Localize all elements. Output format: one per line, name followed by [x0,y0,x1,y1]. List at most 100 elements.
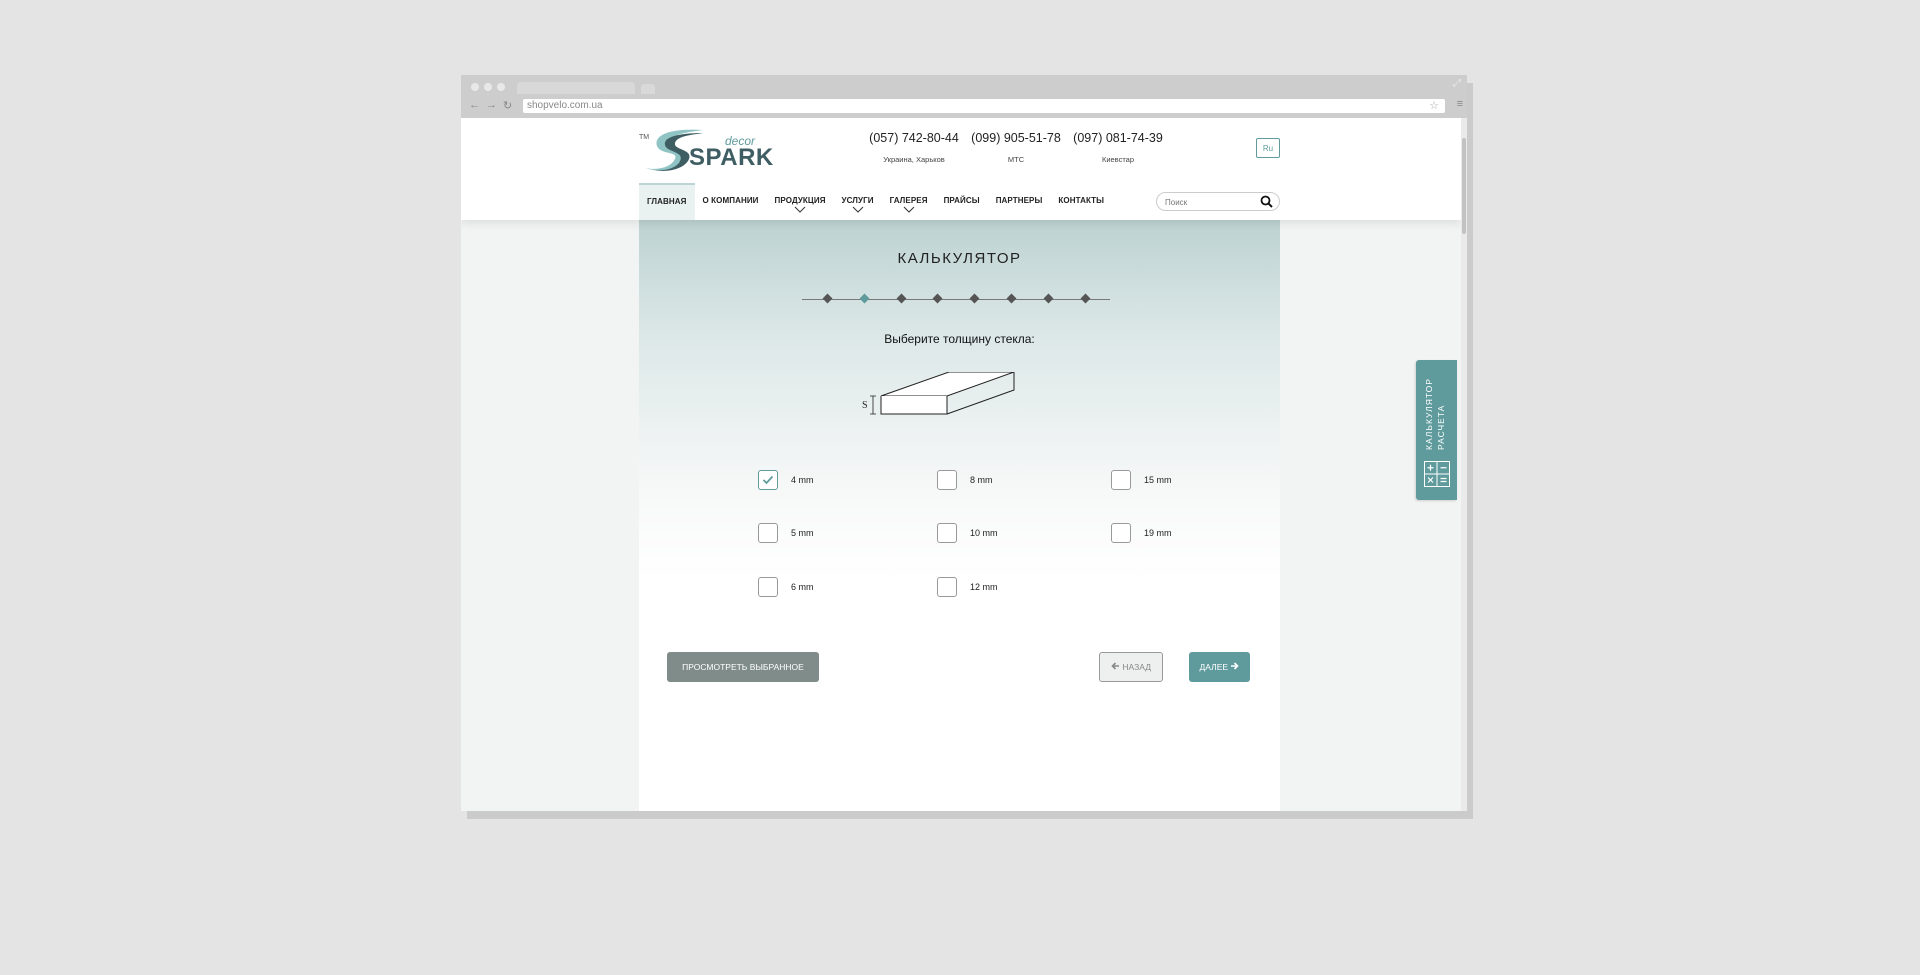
nav-item-services[interactable]: УСЛУГИ [834,183,882,220]
phone-number[interactable]: (097) 081-74-39 [1067,131,1169,145]
option-label: 4 mm [791,475,814,485]
nav-item-prices[interactable]: ПРАЙСЫ [936,183,988,220]
thickness-option-15mm[interactable]: 15 mm [1111,469,1172,491]
browser-chrome: ⤢ ← → ↻ shopvelo.com.ua ☆ ≡ [461,75,1467,118]
chevron-down-icon [903,206,914,213]
phone-list: (057) 742-80-44 Украина, Харьков (099) 9… [863,131,1169,164]
checkbox[interactable] [758,577,778,597]
nav-item-label: УСЛУГИ [841,196,874,205]
address-bar[interactable]: shopvelo.com.ua ☆ [523,99,1445,113]
step-line [802,299,1110,300]
calculator-icon [1424,461,1450,487]
bookmark-star-icon[interactable]: ☆ [1429,99,1439,113]
nav-item-contacts[interactable]: КОНТАКТЫ [1050,183,1112,220]
chevron-down-icon [852,206,863,213]
calculator-side-tab[interactable]: КАЛЬКУЛЯТОР РАСЧЕТА [1416,360,1457,500]
step-marker[interactable] [932,293,943,304]
forward-arrow-icon[interactable]: → [486,99,497,112]
checkbox[interactable] [937,470,957,490]
option-label: 19 mm [1144,528,1172,538]
site-header: TM decor SPARK (057) 742-80-44 Украина, … [461,118,1461,220]
thickness-label: S [862,400,868,411]
url-text: shopvelo.com.ua [527,100,603,111]
trademark-label: TM [639,134,650,141]
checkbox[interactable] [1111,470,1131,490]
option-label: 12 mm [970,582,998,592]
window-controls[interactable] [471,83,505,91]
checkbox[interactable] [758,523,778,543]
phone-label: МТС [1007,155,1025,164]
logo-brand-text: SPARK [689,144,774,171]
nav-item-home[interactable]: ГЛАВНАЯ [639,183,695,220]
step-marker[interactable] [822,293,833,304]
thickness-option-4mm[interactable]: 4 mm [758,469,814,491]
step-marker[interactable] [1080,293,1091,304]
checkbox[interactable] [937,523,957,543]
browser-tab[interactable] [517,82,635,94]
option-label: 10 mm [970,528,998,538]
phone-number[interactable]: (099) 905-51-78 [965,131,1067,145]
fullscreen-icon[interactable]: ⤢ [1453,78,1461,89]
thickness-option-10mm[interactable]: 10 mm [937,522,998,544]
back-button-label: НАЗАД [1122,662,1151,672]
side-tab-line1: КАЛЬКУЛЯТОР [1424,378,1434,450]
logo[interactable]: TM decor SPARK [639,128,773,174]
phone-item: (097) 081-74-39 Киевстар [1067,131,1169,164]
next-button-label: ДАЛЕЕ [1199,662,1229,672]
checkbox-checked[interactable] [758,470,778,490]
nav-item-products[interactable]: ПРОДУКЦИЯ [767,183,834,220]
checkbox[interactable] [1111,523,1131,543]
thickness-option-19mm[interactable]: 19 mm [1111,522,1172,544]
step-marker[interactable] [896,293,907,304]
phone-label: Украина, Харьков [883,155,945,164]
chevron-down-icon [794,206,806,213]
calculator-panel: КАЛЬКУЛЯТОР Выберите толщину стекла: S 4… [639,220,1280,811]
nav-item-partners[interactable]: ПАРТНЕРЫ [988,183,1051,220]
option-label: 8 mm [970,475,993,485]
language-switch[interactable]: Ru [1256,138,1280,158]
step-question: Выберите толщину стекла: [884,332,1035,346]
scrollbar-thumb[interactable] [1462,138,1466,234]
thickness-option-5mm[interactable]: 5 mm [758,522,814,544]
main-nav: ГЛАВНАЯ О КОМПАНИИ ПРОДУКЦИЯ УСЛУГИ ГАЛЕ… [639,183,1112,220]
next-button[interactable]: ДАЛЕЕ [1189,652,1250,682]
step-marker[interactable] [1043,293,1054,304]
option-label: 15 mm [1144,475,1172,485]
glass-thickness-diagram: S [862,372,1015,415]
arrow-right-icon [1231,662,1240,670]
page-scrollbar[interactable] [1461,118,1467,811]
back-button[interactable]: НАЗАД [1099,652,1163,682]
nav-item-gallery[interactable]: ГАЛЕРЕЯ [882,183,936,220]
search-input[interactable] [1163,195,1259,210]
phone-item: (099) 905-51-78 МТС [965,131,1067,164]
thickness-option-8mm[interactable]: 8 mm [937,469,993,491]
step-marker[interactable] [969,293,980,304]
arrow-left-icon [1111,662,1120,670]
check-icon [762,475,774,485]
option-label: 6 mm [791,582,814,592]
checkbox[interactable] [937,577,957,597]
side-tab-line2: РАСЧЕТА [1436,404,1446,450]
search-box [1156,192,1280,211]
nav-item-label: ПРОДУКЦИЯ [774,196,826,205]
option-label: 5 mm [791,528,814,538]
step-marker[interactable] [1006,293,1017,304]
phone-number[interactable]: (057) 742-80-44 [863,131,965,145]
search-icon[interactable] [1260,195,1273,208]
calculator-title: КАЛЬКУЛЯТОР [897,250,1022,267]
reload-icon[interactable]: ↻ [503,99,512,112]
new-tab-button[interactable] [641,84,655,94]
browser-menu-icon[interactable]: ≡ [1457,98,1463,110]
back-arrow-icon[interactable]: ← [469,99,480,112]
step-marker-active[interactable] [859,293,870,304]
thickness-option-12mm[interactable]: 12 mm [937,576,998,598]
nav-item-about[interactable]: О КОМПАНИИ [695,183,767,220]
phone-label: Киевстар [1101,155,1135,164]
step-indicator [802,293,1110,304]
thickness-option-6mm[interactable]: 6 mm [758,576,814,598]
page-viewport: TM decor SPARK (057) 742-80-44 Украина, … [461,118,1461,811]
phone-item: (057) 742-80-44 Украина, Харьков [863,131,965,164]
nav-item-label: ГАЛЕРЕЯ [889,196,928,205]
browser-window: ⤢ ← → ↻ shopvelo.com.ua ☆ ≡ TM decor SPA… [461,75,1467,811]
view-selected-button[interactable]: ПРОСМОТРЕТЬ ВЫБРАННОЕ [667,652,819,682]
